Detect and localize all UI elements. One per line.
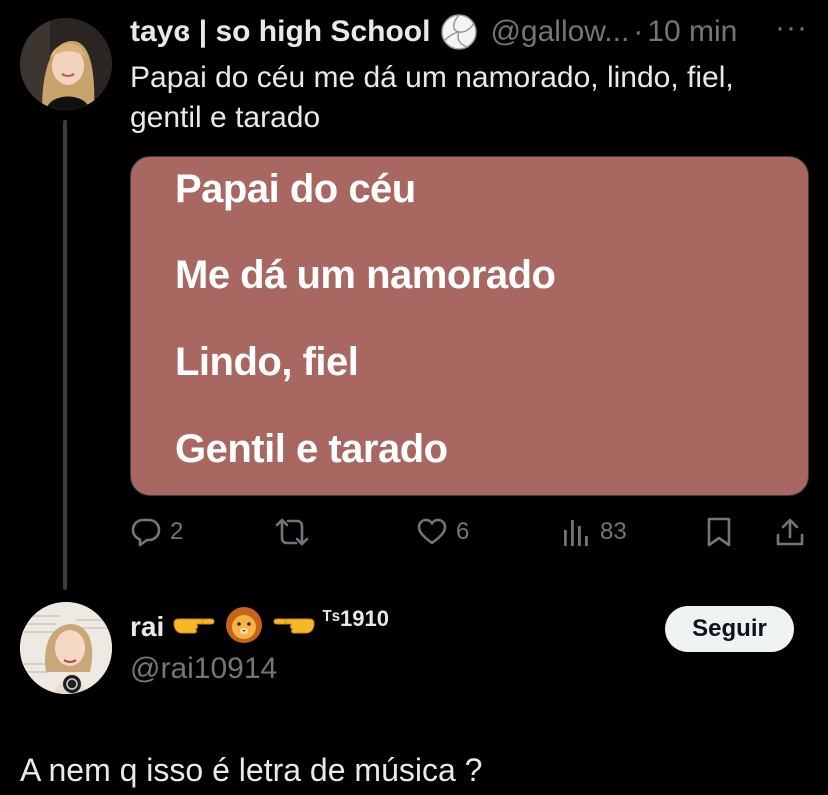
author-display-name[interactable]: tayɞ | so high School bbox=[130, 15, 430, 49]
bookmark-button[interactable] bbox=[704, 510, 734, 554]
follow-button[interactable]: Seguir bbox=[665, 606, 794, 652]
media-lyric-line: Papai do céu bbox=[175, 167, 416, 211]
media-lyric-line: Gentil e tarado bbox=[175, 427, 448, 471]
pointing-right-icon bbox=[172, 613, 216, 642]
reply-header: rai ᵀˢ1910 bbox=[130, 605, 389, 650]
media-lyric-line: Lindo, fiel bbox=[175, 340, 359, 384]
views-button[interactable]: 83 bbox=[562, 510, 627, 554]
reply-handle[interactable]: @rai10914 bbox=[130, 652, 277, 686]
reply-text: A nem q isso é letra de música ? bbox=[20, 752, 483, 788]
tweet-header: tayɞ | so high School @gallow... · 10 mi… bbox=[130, 12, 737, 52]
reply-button[interactable]: 2 bbox=[130, 510, 183, 554]
retweet-button[interactable] bbox=[274, 510, 318, 554]
author-avatar[interactable] bbox=[20, 18, 112, 110]
author-handle[interactable]: @gallow... bbox=[490, 15, 629, 49]
tweet-action-bar: 2 6 83 bbox=[0, 510, 828, 554]
share-button[interactable] bbox=[774, 510, 806, 554]
retweet-icon bbox=[274, 516, 310, 548]
tweet-text: Papai do céu me dá um namorado, lindo, f… bbox=[130, 61, 734, 134]
like-button[interactable]: 6 bbox=[416, 510, 469, 554]
media-lyric-line: Me dá um namorado bbox=[175, 253, 556, 297]
share-icon bbox=[774, 516, 806, 548]
views-count: 83 bbox=[600, 518, 627, 545]
more-dots-icon[interactable]: ··· bbox=[775, 13, 808, 43]
reply-display-name[interactable]: rai bbox=[130, 611, 164, 643]
volleyball-icon bbox=[440, 13, 478, 51]
reply-author-avatar[interactable] bbox=[20, 602, 112, 694]
separator-dot: · bbox=[633, 15, 644, 48]
views-chart-icon bbox=[562, 516, 592, 548]
reply-name-tag: ᵀˢ1910 bbox=[322, 606, 389, 631]
reply-icon bbox=[130, 516, 162, 548]
tweet-thread: tayɞ | so high School @gallow... · 10 mi… bbox=[0, 0, 828, 795]
like-count: 6 bbox=[456, 518, 470, 545]
tweet-timestamp[interactable]: 10 min bbox=[647, 15, 737, 49]
tweet-media-image[interactable]: Papai do céu Me dá um namorado Lindo, fi… bbox=[130, 156, 809, 496]
lion-icon bbox=[224, 605, 264, 650]
heart-icon bbox=[416, 516, 448, 548]
reply-count: 2 bbox=[170, 518, 184, 545]
bookmark-icon bbox=[704, 516, 734, 548]
pointing-left-icon bbox=[272, 613, 316, 642]
